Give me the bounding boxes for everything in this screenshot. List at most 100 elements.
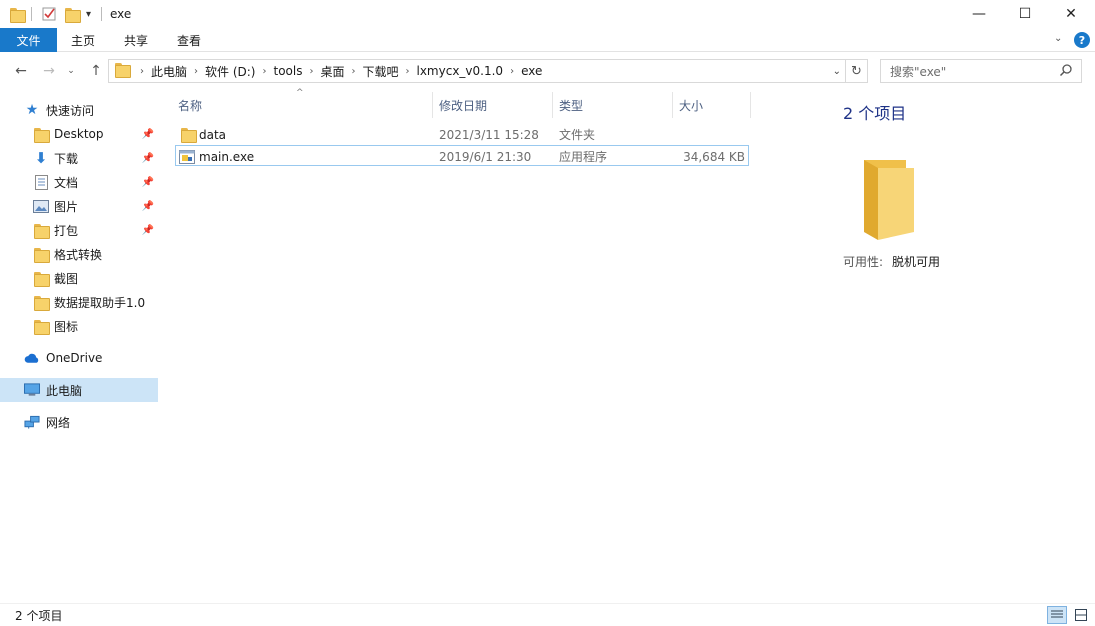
- pictures-icon: [33, 198, 49, 214]
- exe-icon: [179, 146, 195, 167]
- nav-item-data-extract[interactable]: 数据提取助手1.0: [0, 290, 158, 314]
- chevron-right-icon[interactable]: ›: [406, 66, 410, 77]
- nav-item-documents[interactable]: 文档 📌: [0, 170, 158, 194]
- breadcrumb-tools[interactable]: tools: [273, 64, 302, 78]
- maximize-button[interactable]: ☐: [1002, 0, 1048, 28]
- chevron-right-icon[interactable]: ›: [510, 66, 514, 77]
- column-headers: ^ 名称 修改日期 类型 大小: [170, 88, 820, 118]
- large-folder-icon: [856, 156, 920, 245]
- file-row[interactable]: data 2021/3/11 15:28 文件夹: [175, 124, 749, 145]
- chevron-right-icon[interactable]: ›: [194, 66, 198, 77]
- folder-icon: [33, 270, 50, 287]
- nav-label: 截图: [54, 271, 79, 286]
- tab-view[interactable]: 查看: [169, 28, 209, 52]
- breadcrumb-download[interactable]: 下载吧: [362, 63, 398, 80]
- nav-quick-access[interactable]: ★ 快速访问: [0, 98, 158, 122]
- chevron-right-icon[interactable]: ›: [309, 66, 313, 77]
- nav-label: 此电脑: [46, 383, 83, 398]
- computer-icon: [24, 382, 40, 398]
- nav-item-pack[interactable]: 打包 📌: [0, 218, 158, 242]
- column-name[interactable]: 名称: [178, 92, 428, 118]
- customize-toolbar-icon[interactable]: ▾: [86, 4, 91, 24]
- search-icon[interactable]: [1059, 63, 1073, 80]
- nav-item-screenshots[interactable]: 截图: [0, 266, 158, 290]
- preview-title: 2 个项目: [843, 104, 907, 123]
- search-input[interactable]: 搜索"exe": [880, 59, 1082, 83]
- file-modified: 2021/3/11 15:28: [439, 127, 539, 142]
- folder-icon: [33, 126, 50, 143]
- nav-item-pictures[interactable]: 图片 📌: [0, 194, 158, 218]
- column-divider[interactable]: [552, 92, 553, 118]
- item-count: 2 个项目: [15, 609, 63, 623]
- document-icon: [33, 174, 49, 190]
- refresh-icon[interactable]: ↻: [846, 59, 868, 83]
- back-arrow-icon[interactable]: ←: [9, 57, 33, 85]
- file-name: main.exe: [199, 149, 255, 164]
- folder-icon: [181, 124, 197, 145]
- expand-ribbon-icon[interactable]: ⌄: [1054, 33, 1062, 44]
- column-divider[interactable]: [432, 92, 433, 118]
- address-bar[interactable]: › 此电脑 › 软件 (D:) › tools › 桌面 › 下载吧 › lxm…: [108, 59, 846, 83]
- pin-icon: 📌: [141, 200, 154, 212]
- nav-label: 文档: [54, 175, 79, 190]
- folder-icon: [10, 4, 26, 24]
- tab-file[interactable]: 文件: [0, 28, 57, 52]
- folder-icon: [33, 318, 50, 335]
- column-type[interactable]: 类型: [559, 92, 669, 118]
- column-divider[interactable]: [672, 92, 673, 118]
- tab-home[interactable]: 主页: [63, 28, 103, 52]
- forward-arrow-icon[interactable]: →: [37, 57, 61, 85]
- details-view-icon[interactable]: [1047, 606, 1067, 624]
- status-bar: 2 个项目: [0, 603, 1095, 626]
- nav-item-downloads[interactable]: ⬇ 下载 📌: [0, 146, 158, 170]
- star-icon: ★: [25, 102, 39, 118]
- nav-network[interactable]: 网络: [0, 410, 158, 434]
- large-icons-view-icon[interactable]: [1071, 606, 1091, 624]
- nav-item-format-convert[interactable]: 格式转换: [0, 242, 158, 266]
- file-name: data: [199, 127, 227, 142]
- recent-locations-icon[interactable]: ⌄: [62, 57, 80, 85]
- nav-thispc[interactable]: 此电脑: [0, 378, 158, 402]
- ribbon-tabs: 文件 主页 共享 查看 ⌄ ?: [0, 28, 1095, 52]
- help-icon[interactable]: ?: [1074, 32, 1090, 48]
- file-row-selected[interactable]: main.exe 2019/6/1 21:30 应用程序 34,684 KB: [175, 145, 749, 166]
- file-type: 应用程序: [559, 150, 608, 164]
- nav-label: 数据提取助手1.0: [54, 295, 146, 310]
- nav-label: 图片: [54, 199, 79, 214]
- nav-label: 快速访问: [46, 103, 95, 118]
- breadcrumb-drive[interactable]: 软件 (D:): [205, 63, 255, 80]
- nav-label: 打包: [54, 223, 79, 238]
- title-bar: ▾ exe — ☐ ✕: [0, 0, 1095, 28]
- minimize-button[interactable]: —: [956, 0, 1002, 28]
- breadcrumb-exe[interactable]: exe: [521, 64, 542, 78]
- chevron-down-icon[interactable]: ⌄: [833, 66, 841, 77]
- network-icon: [24, 414, 40, 430]
- tab-share[interactable]: 共享: [116, 28, 156, 52]
- chevron-right-icon[interactable]: ›: [351, 66, 355, 77]
- breadcrumb-thispc[interactable]: 此电脑: [151, 63, 187, 80]
- column-size[interactable]: 大小: [679, 92, 749, 118]
- nav-item-desktop[interactable]: Desktop 📌: [0, 122, 158, 146]
- address-row: ← → ⌄ ↑ › 此电脑 › 软件 (D:) › tools › 桌面 › 下…: [0, 57, 1095, 87]
- chevron-right-icon[interactable]: ›: [140, 66, 144, 77]
- properties-icon[interactable]: [41, 4, 57, 24]
- pin-icon: 📌: [141, 176, 154, 188]
- breadcrumb-desktop[interactable]: 桌面: [320, 63, 344, 80]
- close-button[interactable]: ✕: [1048, 0, 1094, 28]
- folder-icon: [33, 294, 50, 311]
- file-type: 文件夹: [559, 128, 596, 142]
- column-divider[interactable]: [750, 92, 751, 118]
- availability-label: 可用性:: [843, 255, 884, 269]
- breadcrumb-lxmycx[interactable]: lxmycx_v0.1.0: [417, 64, 504, 78]
- nav-item-icons[interactable]: 图标: [0, 314, 158, 338]
- up-arrow-icon[interactable]: ↑: [84, 57, 108, 85]
- nav-onedrive[interactable]: OneDrive: [0, 346, 158, 370]
- chevron-right-icon[interactable]: ›: [262, 66, 266, 77]
- pin-icon: 📌: [141, 152, 154, 164]
- nav-label: 网络: [46, 415, 71, 430]
- nav-label: 下载: [54, 151, 79, 166]
- download-arrow-icon: ⬇: [34, 149, 48, 167]
- column-modified[interactable]: 修改日期: [439, 92, 549, 118]
- folder-icon: [33, 246, 50, 263]
- new-folder-icon[interactable]: [65, 4, 81, 24]
